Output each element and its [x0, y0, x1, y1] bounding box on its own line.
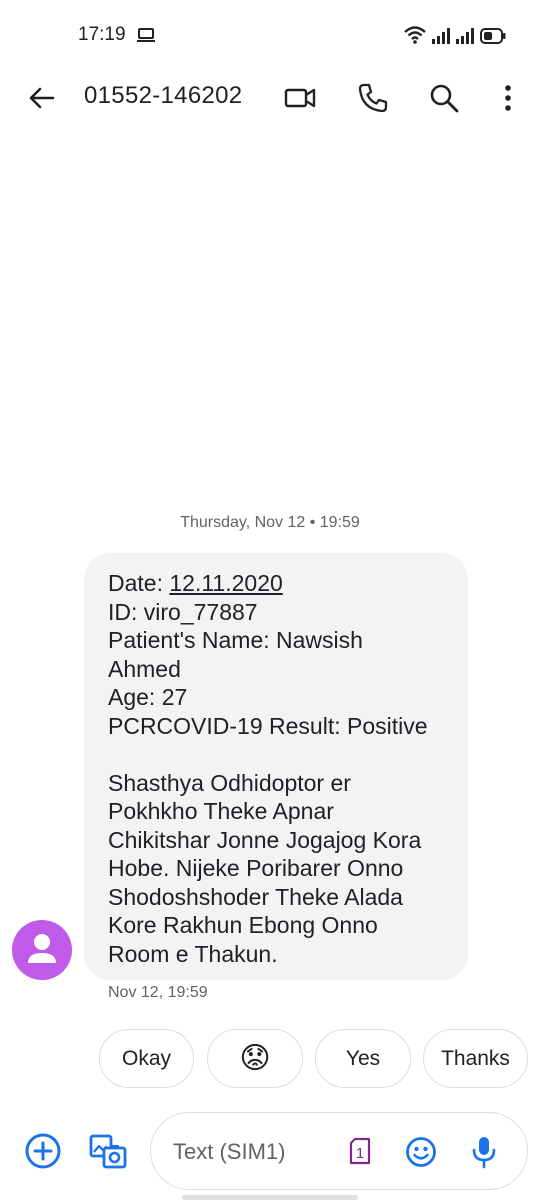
video-call-icon[interactable] — [284, 82, 316, 114]
message-line: Room e Thakun. — [108, 940, 278, 967]
message-line-blank — [108, 740, 444, 769]
message-timestamp: Nov 12, 19:59 — [108, 984, 208, 1001]
signal-icon — [432, 28, 450, 49]
message-line: Shasthya Odhidoptor er — [108, 769, 351, 796]
message-line: ID: viro_77887 — [108, 598, 258, 625]
search-icon[interactable] — [428, 82, 460, 114]
status-time: 17:19 — [78, 24, 126, 45]
sim-label: 1 — [356, 1145, 364, 1162]
more-vert-icon[interactable] — [492, 82, 524, 114]
compose-placeholder: Text (SIM1) — [173, 1139, 286, 1164]
message-line: Ahmed — [108, 655, 181, 682]
person-icon — [28, 934, 56, 963]
phone-call-icon[interactable] — [357, 82, 389, 114]
home-indicator[interactable] — [182, 1195, 358, 1200]
mic-icon[interactable] — [471, 1135, 497, 1174]
message-line: Hobe. Nijeke Poribarer Onno — [108, 855, 404, 881]
message-date-label: Date: — [108, 570, 170, 596]
message-line: Chikitshar Jonne Jogajog Kora — [108, 826, 422, 853]
emoji-icon[interactable] — [405, 1136, 437, 1173]
laptop-icon — [136, 27, 156, 48]
message-line: PCRCOVID-19 Result: Positive — [108, 712, 428, 739]
back-arrow-icon[interactable] — [26, 82, 58, 114]
compose-field[interactable]: Text (SIM1) 1 — [150, 1112, 528, 1190]
wifi-icon — [404, 26, 426, 49]
message-line: Patient's Name: Nawsish — [108, 627, 363, 653]
sim-icon[interactable]: 1 — [347, 1137, 373, 1170]
message-line: Shodoshshoder Theke Alada — [108, 883, 403, 910]
contact-title[interactable]: 01552-146202 — [84, 82, 242, 110]
date-header: Thursday, Nov 12 • 19:59 — [180, 514, 360, 531]
add-circle-icon[interactable] — [24, 1132, 62, 1175]
message-line: Kore Rakhun Ebong Onno — [108, 912, 378, 938]
message-line: Pokhkho Theke Apnar — [108, 798, 334, 824]
avatar[interactable] — [12, 920, 72, 980]
message-bubble[interactable]: Date: 12.11.2020 ID: viro_77887 Patient'… — [84, 553, 468, 980]
smart-reply-yes[interactable]: Yes — [315, 1029, 411, 1088]
status-bar: 17:19 — [0, 0, 540, 70]
smart-reply-thanks[interactable]: Thanks — [423, 1029, 528, 1088]
smart-reply-okay[interactable]: Okay — [99, 1029, 194, 1088]
message-line: Date: 12.11.2020 — [108, 569, 444, 598]
gallery-icon[interactable] — [88, 1130, 128, 1175]
app-bar: 01552-146202 — [0, 70, 540, 126]
message-line: Age: 27 — [108, 684, 188, 710]
signal-icon — [456, 28, 474, 49]
battery-icon — [480, 28, 506, 49]
smart-reply-emoji[interactable]: 😟 — [207, 1029, 303, 1088]
status-icons — [404, 26, 506, 49]
message-date-link[interactable]: 12.11.2020 — [169, 570, 282, 596]
